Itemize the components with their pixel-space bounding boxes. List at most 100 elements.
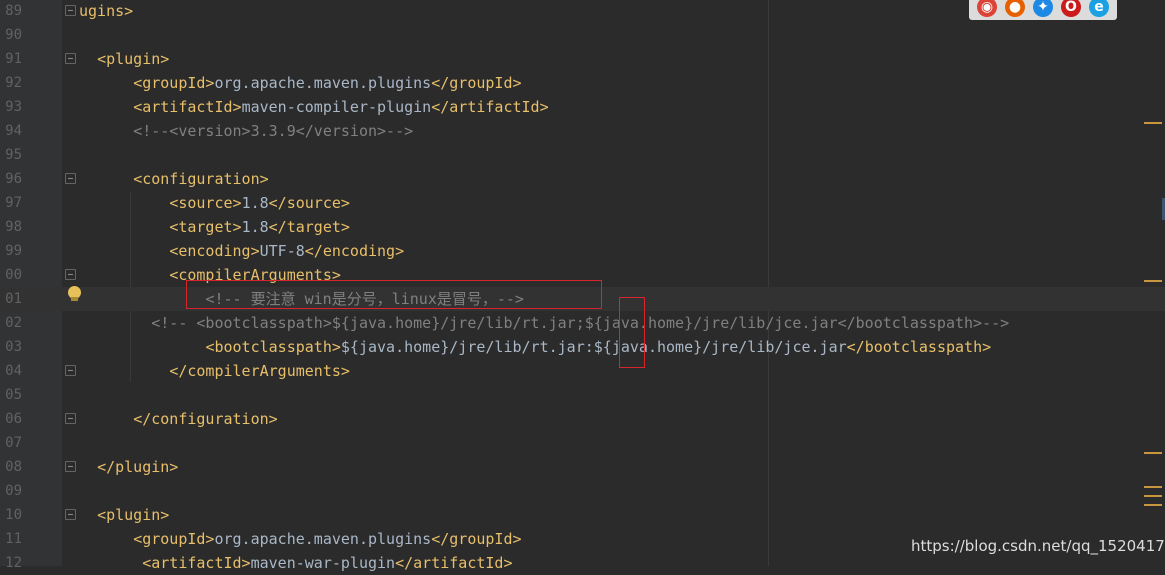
- safari-icon[interactable]: ✦: [1033, 0, 1053, 17]
- code-line[interactable]: 04 </compilerArguments>: [0, 359, 1165, 383]
- code-line[interactable]: 10 <plugin>: [0, 503, 1165, 527]
- xml-tag: <groupId>: [133, 74, 215, 92]
- code-line[interactable]: 02 <!-- <bootclasspath>${java.home}/jre/…: [0, 311, 1165, 335]
- xml-text: [79, 410, 133, 428]
- ie-icon[interactable]: e: [1089, 0, 1109, 17]
- xml-tag: ugins>: [79, 2, 134, 20]
- xml-tag: <encoding>: [169, 242, 260, 260]
- xml-tag: </configuration>: [133, 410, 278, 428]
- line-number: 12: [5, 555, 22, 571]
- code-text: </configuration>: [79, 407, 278, 431]
- code-line[interactable]: 93 <artifactId>maven-compiler-plugin</ar…: [0, 95, 1165, 119]
- line-number: 99: [5, 243, 22, 259]
- fold-toggle-icon[interactable]: [65, 461, 76, 472]
- error-stripe-mark[interactable]: [1144, 486, 1162, 488]
- code-line[interactable]: 99 <encoding>UTF-8</encoding>: [0, 239, 1165, 263]
- line-number: 09: [5, 483, 22, 499]
- xml-tag: <artifactId>: [133, 98, 242, 116]
- xml-text: maven-war-plugin: [250, 554, 396, 572]
- error-stripe-mark[interactable]: [1144, 452, 1162, 454]
- fold-toggle-icon[interactable]: [65, 509, 76, 520]
- xml-text: [79, 98, 133, 116]
- code-text: <plugin>: [79, 47, 169, 71]
- code-text: <groupId>org.apache.maven.plugins</group…: [79, 71, 521, 95]
- fold-toggle-icon[interactable]: [65, 365, 76, 376]
- xml-text: [79, 530, 133, 548]
- xml-tag: </groupId>: [431, 530, 522, 548]
- fold-toggle-icon[interactable]: [65, 413, 76, 424]
- code-line[interactable]: 98 <target>1.8</target>: [0, 215, 1165, 239]
- line-number: 04: [5, 363, 22, 379]
- fold-toggle-icon[interactable]: [65, 5, 76, 16]
- xml-text: [79, 122, 133, 140]
- xml-text: [79, 338, 205, 356]
- browser-preview-bar: ◉ ● ✦ Oe: [969, 0, 1117, 20]
- code-line[interactable]: 09: [0, 479, 1165, 503]
- line-number: 89: [5, 3, 22, 19]
- code-line[interactable]: 90: [0, 23, 1165, 47]
- code-line[interactable]: 06 </configuration>: [0, 407, 1165, 431]
- code-line[interactable]: 97 <source>1.8</source>: [0, 191, 1165, 215]
- opera-icon[interactable]: O: [1061, 0, 1081, 17]
- error-stripe-mark[interactable]: [1144, 280, 1162, 282]
- line-number: 06: [5, 411, 22, 427]
- xml-text: [79, 554, 142, 572]
- xml-text: [79, 506, 97, 524]
- code-line[interactable]: 05: [0, 383, 1165, 407]
- xml-tag: </bootclasspath>: [846, 338, 992, 356]
- code-line[interactable]: 07: [0, 431, 1165, 455]
- line-number: 08: [5, 459, 22, 475]
- code-text: <source>1.8</source>: [79, 191, 350, 215]
- code-text: <!--<version>3.3.9</version>-->: [79, 119, 413, 143]
- line-number: 97: [5, 195, 22, 211]
- code-line[interactable]: 95: [0, 143, 1165, 167]
- code-line[interactable]: 92 <groupId>org.apache.maven.plugins</gr…: [0, 71, 1165, 95]
- xml-text: maven-compiler-plugin: [241, 98, 432, 116]
- line-number: 91: [5, 51, 22, 67]
- line-number: 98: [5, 219, 22, 235]
- code-text: <artifactId>maven-war-plugin</artifactId…: [79, 551, 513, 575]
- code-line[interactable]: 91 <plugin>: [0, 47, 1165, 71]
- code-line[interactable]: 03 <bootclasspath>${java.home}/jre/lib/r…: [0, 335, 1165, 359]
- xml-text: [79, 458, 97, 476]
- xml-tag: <groupId>: [133, 530, 215, 548]
- line-number: 10: [5, 507, 22, 523]
- line-number: 96: [5, 171, 22, 187]
- xml-tag: <configuration>: [133, 170, 269, 188]
- xml-tag: </artifactId>: [431, 98, 549, 116]
- xml-text: [79, 50, 97, 68]
- chrome-icon[interactable]: ◉: [977, 0, 997, 17]
- code-text: <!-- <bootclasspath>${java.home}/jre/lib…: [79, 311, 1009, 335]
- code-text: <target>1.8</target>: [79, 215, 350, 239]
- line-number: 03: [5, 339, 22, 355]
- code-line[interactable]: 94 <!--<version>3.3.9</version>-->: [0, 119, 1165, 143]
- annotation-box-comment: [186, 280, 602, 309]
- xml-text: UTF-8: [259, 242, 305, 260]
- line-number: 00: [5, 267, 22, 283]
- xml-text: [79, 242, 169, 260]
- fold-toggle-icon[interactable]: [65, 173, 76, 184]
- code-line[interactable]: 08 </plugin>: [0, 455, 1165, 479]
- xml-text: [79, 266, 169, 284]
- xml-tag: </source>: [268, 194, 350, 212]
- code-line[interactable]: 96 <configuration>: [0, 167, 1165, 191]
- annotation-box-separator: [619, 297, 645, 368]
- error-stripe-mark[interactable]: [1144, 495, 1162, 497]
- code-text: <plugin>: [79, 503, 169, 527]
- xml-tag: <bootclasspath>: [205, 338, 341, 356]
- xml-tag: </compilerArguments>: [169, 362, 350, 380]
- code-text: <groupId>org.apache.maven.plugins</group…: [79, 527, 522, 551]
- xml-tag: <plugin>: [97, 50, 170, 68]
- error-stripe-mark[interactable]: [1144, 504, 1162, 506]
- xml-text: [79, 170, 133, 188]
- code-text: <encoding>UTF-8</encoding>: [79, 239, 404, 263]
- xml-comment: <!-- <bootclasspath>${java.home}/jre/lib…: [151, 314, 1010, 332]
- code-text: </compilerArguments>: [79, 359, 350, 383]
- lightbulb-icon[interactable]: [68, 286, 81, 301]
- firefox-icon[interactable]: ●: [1005, 0, 1025, 17]
- xml-tag: </artifactId>: [395, 554, 513, 572]
- fold-toggle-icon[interactable]: [65, 269, 76, 280]
- error-stripe-mark[interactable]: [1144, 122, 1162, 124]
- fold-toggle-icon[interactable]: [65, 53, 76, 64]
- xml-comment: <!--<version>3.3.9</version>-->: [133, 122, 414, 140]
